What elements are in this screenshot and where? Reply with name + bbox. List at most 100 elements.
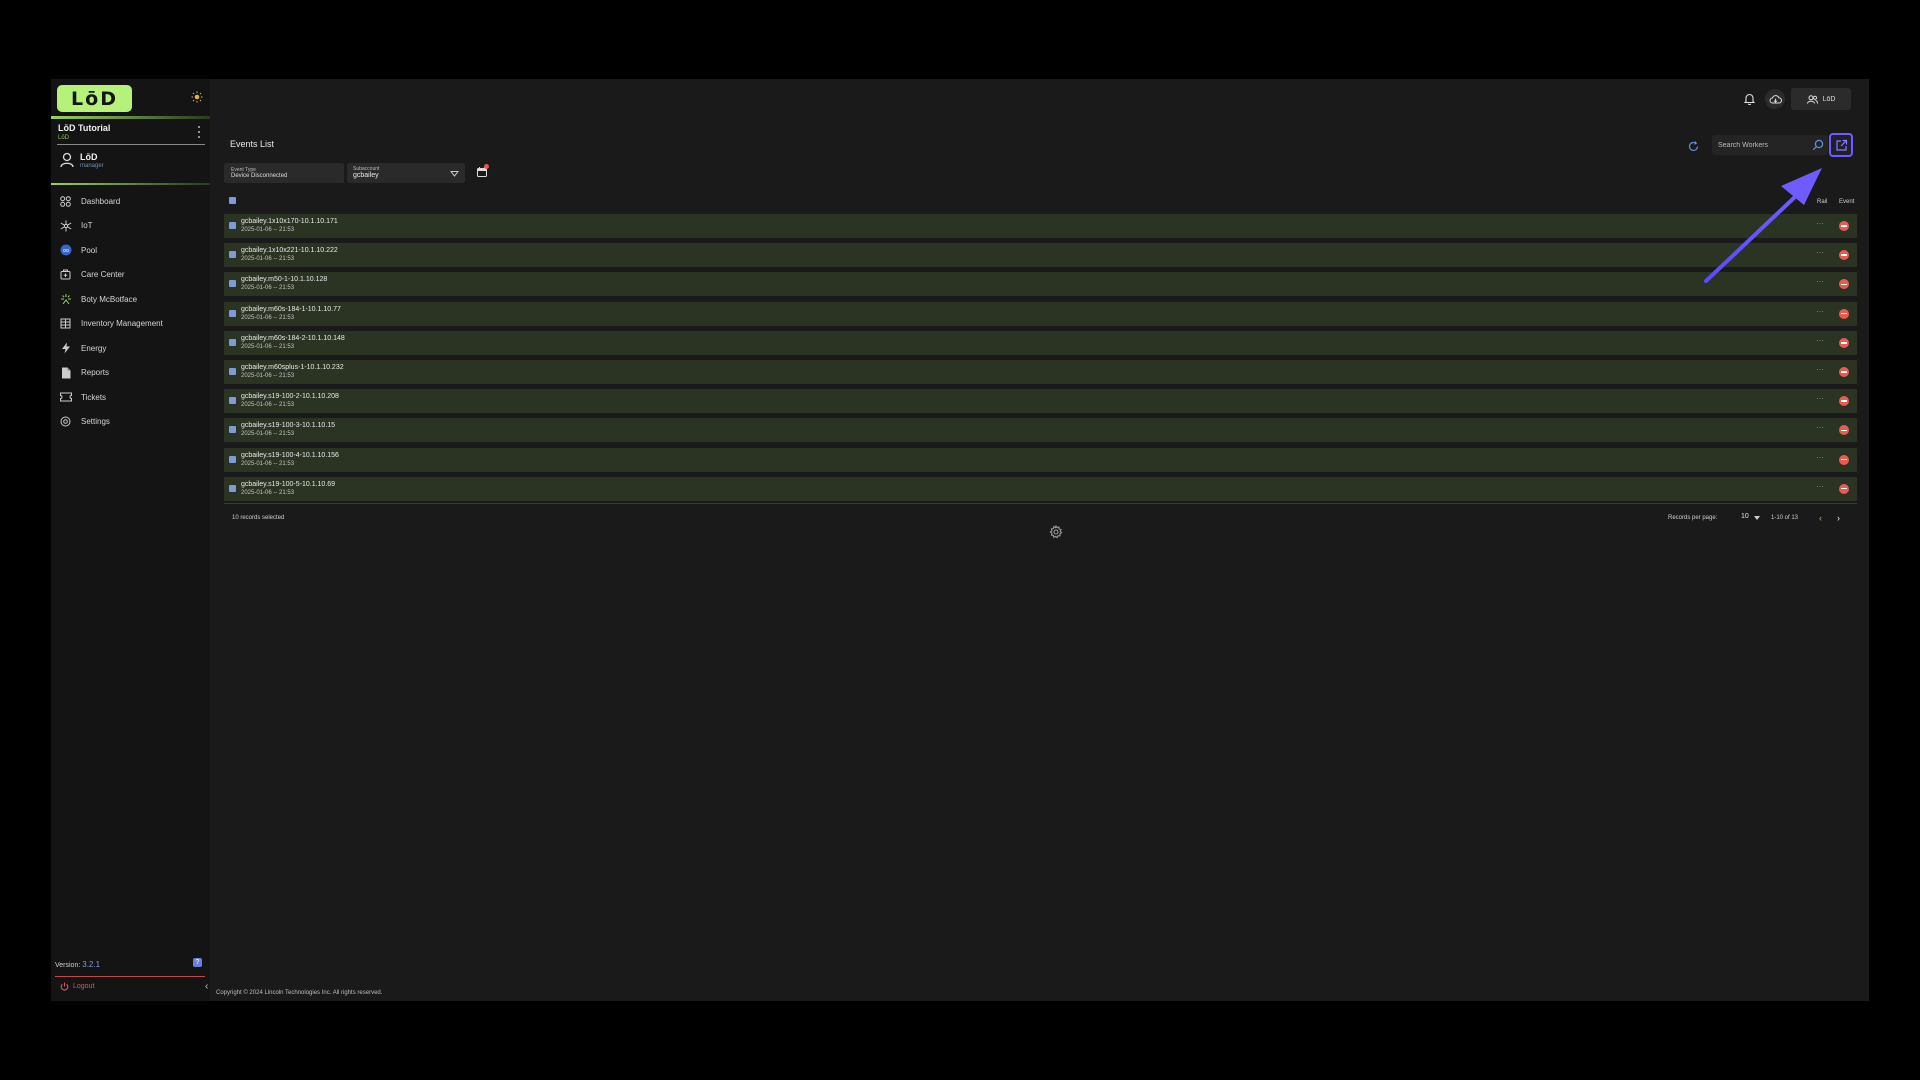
table-row[interactable]: gcbailey.s19-100-5-10.1.10.69 2025-01-06 … [224,476,1857,501]
row-more-icon[interactable]: ··· [1816,277,1824,286]
users-icon [1806,94,1818,104]
search-icon[interactable] [1812,139,1824,151]
table-row[interactable]: gcbailey.s19-100-4-10.1.10.156 2025-01-06… [224,447,1857,472]
row-checkbox[interactable] [229,280,236,288]
row-device-name: gcbailey.m60s-184-1-10.1.10.77 [241,305,341,313]
table-row[interactable]: gcbailey.1x10x221-10.1.10.222 2025-01-06 … [224,243,1857,268]
caret-down-icon[interactable] [1754,516,1760,520]
table-row[interactable]: gcbailey.m50-1-10.1.10.128 2025-01-06 -- … [224,272,1857,297]
row-checkbox[interactable] [229,426,236,434]
event-type-filter[interactable]: Event Type Device Disconnected [224,163,344,183]
logout-divider [55,976,205,977]
user-role: manager [80,163,104,169]
records-per-page-label: Records per page: [1668,515,1718,521]
row-checkbox[interactable] [229,338,236,346]
row-checkbox[interactable] [229,367,236,375]
records-per-page-select[interactable]: 10 [1741,513,1749,520]
row-checkbox[interactable] [229,397,236,405]
gear-icon[interactable] [1049,525,1063,539]
sidebar-item-label: Reports [81,368,110,378]
logout-button[interactable]: Logout [60,982,94,991]
inventory-icon [59,317,72,330]
row-checkbox[interactable] [229,484,236,492]
row-device-name: gcbailey.1x10x221-10.1.10.222 [241,247,338,255]
sidebar-item-reports[interactable]: Reports [51,361,210,386]
table-row[interactable]: gcbailey.m60s-184-2-10.1.10.148 2025-01-0… [224,330,1857,355]
remove-event-icon[interactable] [1839,250,1849,261]
sidebar-item-boty-mcbotface[interactable]: Boty McBotface [51,287,210,312]
row-more-icon[interactable]: ··· [1816,248,1824,257]
remove-event-icon[interactable] [1839,221,1849,231]
next-page-chevron-right-icon[interactable]: › [1837,513,1840,523]
row-device-name: gcbailey.s19-100-3-10.1.10.15 [241,422,336,430]
sidebar-item-tickets[interactable]: Tickets [51,385,210,410]
power-icon [60,982,69,991]
sidebar-nav: Dashboard IoT oo Pool Care Center Boty M… [51,189,210,434]
row-more-icon[interactable]: ··· [1816,365,1824,374]
app-version: Version: 3.2.1 [55,960,100,969]
row-checkbox[interactable] [229,251,236,259]
user-avatar-icon[interactable] [60,152,74,168]
remove-event-icon[interactable] [1839,454,1849,465]
sidebar-item-settings[interactable]: Settings [51,410,210,435]
dashboard-icon [59,195,72,208]
select-all-checkbox[interactable] [229,197,236,204]
reports-icon [59,366,72,379]
search-workers-input[interactable] [1718,139,1808,151]
row-checkbox[interactable] [229,309,236,317]
topbar-actions: LōD [1741,88,1851,110]
brand-logo[interactable]: LōD [57,85,132,112]
table-row[interactable]: gcbailey.1x10x170-10.1.10.171 2025-01-06 … [224,214,1857,238]
row-checkbox[interactable] [229,222,236,229]
bot-icon [59,293,72,306]
remove-event-icon[interactable] [1839,337,1849,348]
row-more-icon[interactable]: ··· [1816,423,1824,432]
sidebar-item-dashboard[interactable]: Dashboard [51,189,210,214]
event-type-value: Device Disconnected [231,173,288,179]
logout-label: Logout [73,983,95,990]
subaccount-select[interactable]: Subaccount gcbailey [347,163,465,183]
org-menu-icon[interactable] [195,125,203,139]
sidebar-item-energy[interactable]: Energy [51,336,210,361]
account-label: LōD [1822,95,1836,103]
remove-event-icon[interactable] [1839,425,1849,436]
refresh-icon[interactable] [1688,141,1699,152]
row-more-icon[interactable]: ··· [1816,307,1824,316]
table-row[interactable]: gcbailey.s19-100-2-10.1.10.208 2025-01-06… [224,389,1857,414]
table-row[interactable]: gcbailey.m60s-184-1-10.1.10.77 2025-01-06… [224,301,1857,326]
remove-event-icon[interactable] [1839,483,1849,494]
row-more-icon[interactable]: ··· [1816,219,1824,228]
theme-toggle-sun-icon[interactable] [190,90,204,104]
previous-page-chevron-left-icon[interactable]: ‹ [1819,513,1822,523]
care-center-icon [59,268,72,281]
row-timestamp: 2025-01-06 -- 21:53 [241,285,295,292]
remove-event-icon[interactable] [1839,279,1849,290]
account-switcher-button[interactable]: LōD [1791,88,1851,110]
row-more-icon[interactable]: ··· [1816,453,1824,462]
cloud-sync-icon[interactable] [1765,89,1785,109]
row-more-icon[interactable]: ··· [1816,482,1824,491]
column-header-event: Event [1839,199,1855,205]
sidebar-item-inventory-management[interactable]: Inventory Management [51,312,210,337]
table-row[interactable]: gcbailey.m60splus-1-10.1.10.232 2025-01-0… [224,359,1857,384]
row-checkbox[interactable] [229,455,236,463]
row-device-name: gcbailey.m60s-184-2-10.1.10.148 [241,334,345,342]
sidebar-item-pool[interactable]: oo Pool [51,238,210,263]
export-button[interactable] [1829,133,1853,157]
row-device-name: gcbailey.s19-100-4-10.1.10.156 [241,451,339,459]
pagination-range: 1-10 of 13 [1771,515,1799,521]
remove-event-icon[interactable] [1839,396,1849,407]
sidebar-item-label: Settings [81,417,110,427]
notifications-bell-icon[interactable] [1741,91,1757,107]
table-divider [224,503,1857,504]
table-row[interactable]: gcbailey.s19-100-3-10.1.10.15 2025-01-06 … [224,418,1857,443]
remove-event-icon[interactable] [1839,366,1849,377]
collapse-sidebar-chevron-left-icon[interactable]: ‹ [205,981,208,992]
row-more-icon[interactable]: ··· [1816,394,1824,403]
remove-event-icon[interactable] [1839,308,1849,319]
pool-icon: oo [59,244,72,257]
help-icon[interactable]: ? [193,958,202,967]
sidebar-item-care-center[interactable]: Care Center [51,263,210,288]
sidebar-item-iot[interactable]: IoT [51,214,210,239]
row-more-icon[interactable]: ··· [1816,336,1824,345]
